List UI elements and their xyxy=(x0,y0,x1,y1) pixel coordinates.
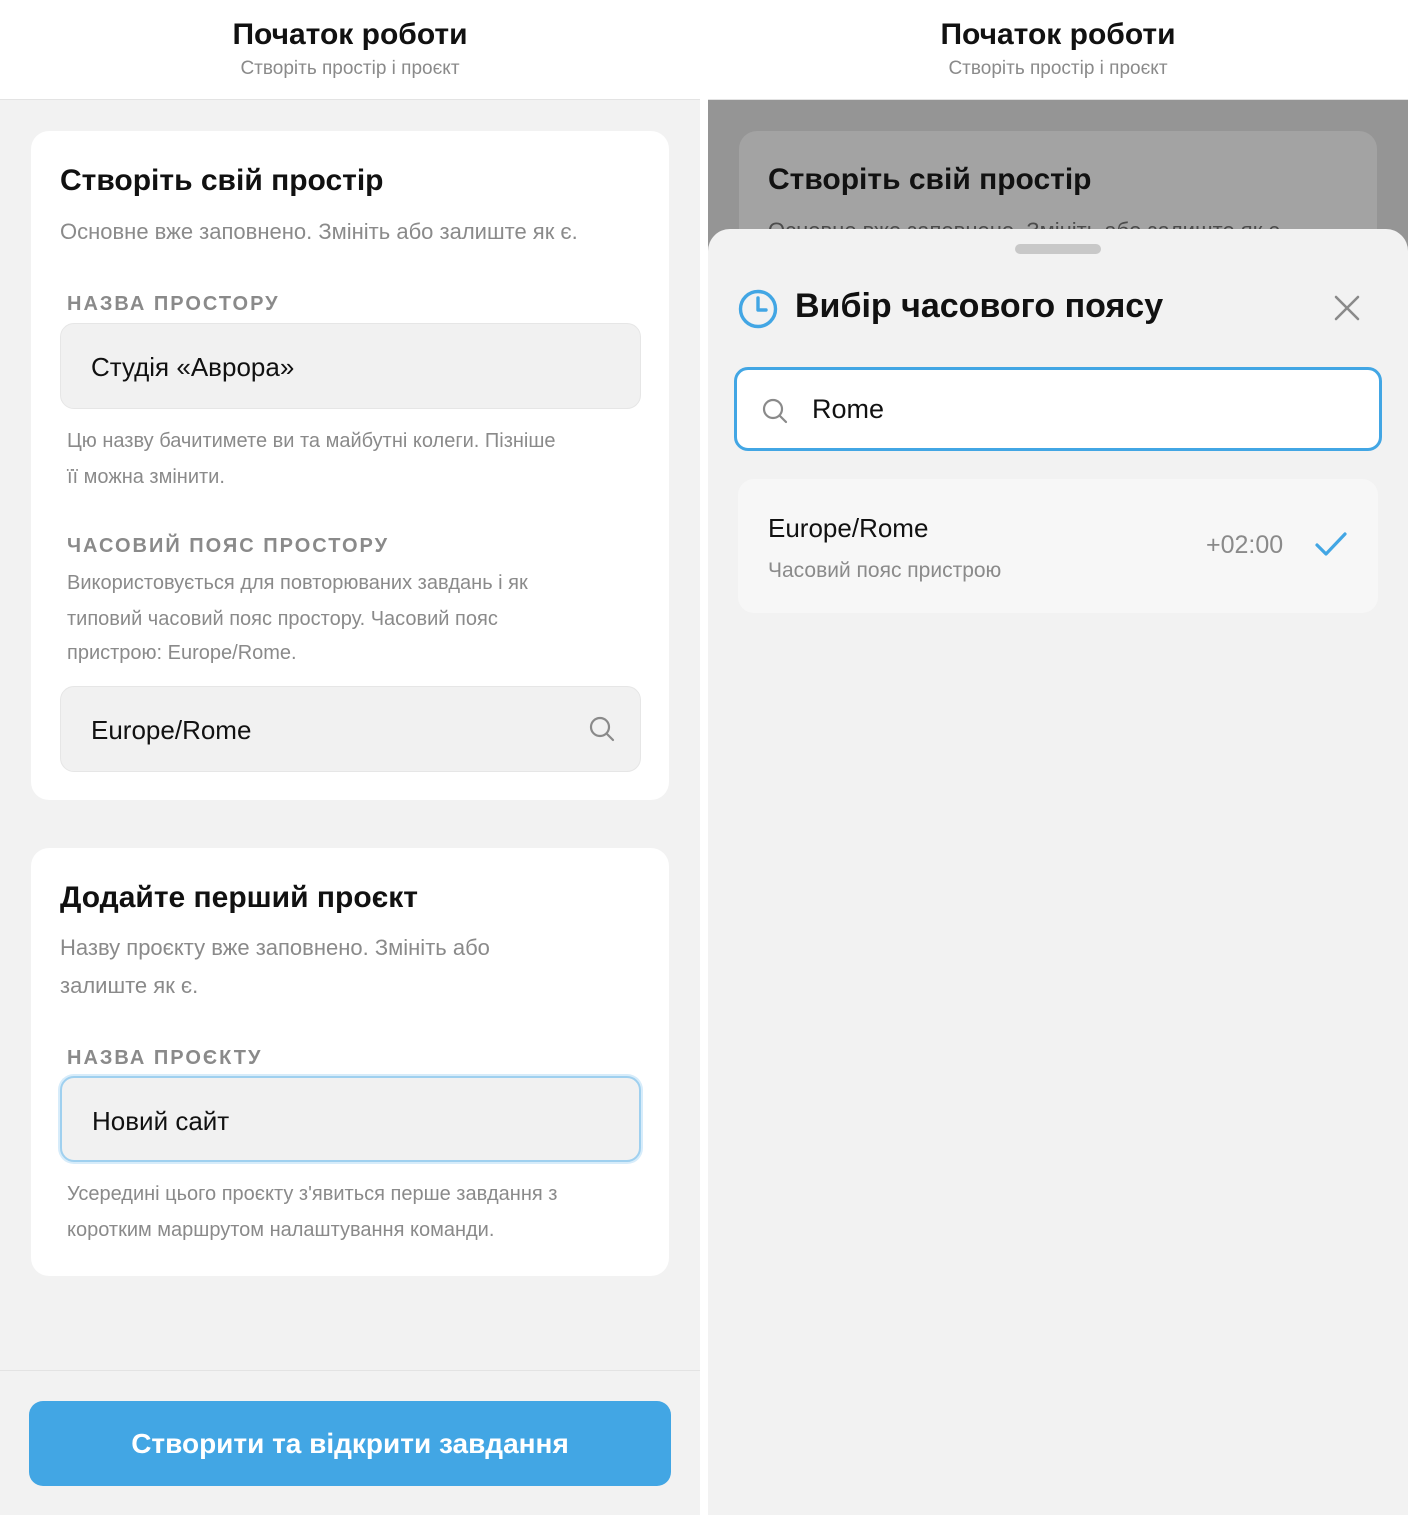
project-name-value: Новий сайт xyxy=(92,1106,230,1136)
workspace-timezone-hint-line-3: пристрою: Europe/Rome. xyxy=(67,642,297,664)
timezone-option[interactable]: Europe/Rome Часовий пояс пристрою +02:00 xyxy=(738,479,1378,613)
workspace-name-value: Студія «Аврора» xyxy=(91,352,295,382)
top-bar: Початок роботи Створіть простір і проєкт xyxy=(0,0,700,100)
create-and-open-task-button[interactable]: Створити та відкрити завдання xyxy=(29,1401,671,1486)
search-icon xyxy=(762,398,788,424)
project-card-title: Додайте перший проєкт xyxy=(60,881,418,914)
timezone-bottom-sheet: Вибір часового поясу Rome Europe/Rome Ча… xyxy=(708,229,1408,1515)
timezone-sheet-title: Вибір часового поясу xyxy=(795,287,1164,325)
timezone-search-input[interactable]: Rome xyxy=(812,394,884,425)
top-bar: Початок роботи Створіть простір і проєкт xyxy=(708,0,1408,100)
workspace-timezone-hint-line-1: Використовується для повторюваних завдан… xyxy=(67,572,528,594)
workspace-card-title: Створіть свій простір xyxy=(60,164,384,197)
onboarding-screen: Початок роботи Створіть простір і проєкт… xyxy=(0,0,700,1515)
timezone-option-name: Europe/Rome xyxy=(768,513,929,543)
workspace-timezone-hint-line-2: типовий часовий пояс простору. Часовий п… xyxy=(67,608,498,630)
timezone-picker-screen: Початок роботи Створіть простір і проєкт… xyxy=(708,0,1408,1515)
project-card-subtitle-line-1: Назву проєкту вже заповнено. Змініть або xyxy=(60,935,490,960)
check-icon xyxy=(1315,532,1347,556)
timezone-option-offset: +02:00 xyxy=(1206,531,1284,559)
background-card-title: Створіть свій простір xyxy=(768,163,1092,196)
page-subtitle: Створіть простір і проєкт xyxy=(948,58,1168,79)
project-name-hint-line-1: Усередині цього проєкту з'явиться перше … xyxy=(67,1183,558,1205)
search-icon xyxy=(589,716,615,742)
workspace-name-label: НАЗВА ПРОСТОРУ xyxy=(67,293,280,315)
project-name-input[interactable]: Новий сайт xyxy=(60,1076,641,1162)
workspace-name-hint-line-1: Цю назву бачитимете ви та майбутні колег… xyxy=(67,430,556,452)
timezone-search-field[interactable]: Rome xyxy=(734,367,1382,451)
close-icon[interactable] xyxy=(1330,291,1364,325)
workspace-timezone-field[interactable]: Europe/Rome xyxy=(60,686,641,772)
clock-icon xyxy=(738,289,778,329)
page-title: Початок роботи xyxy=(232,18,468,51)
project-card: Додайте перший проєкт Назву проєкту вже … xyxy=(31,848,669,1276)
project-card-subtitle-line-2: залиште як є. xyxy=(60,973,199,998)
timezone-option-note: Часовий пояс пристрою xyxy=(768,559,1002,582)
page-title: Початок роботи xyxy=(940,18,1176,51)
workspace-name-input[interactable]: Студія «Аврора» xyxy=(60,323,641,409)
project-name-label: НАЗВА ПРОЄКТУ xyxy=(67,1047,263,1069)
workspace-timezone-value: Europe/Rome xyxy=(91,715,252,745)
workspace-card-subtitle: Основне вже заповнено. Змініть або залиш… xyxy=(60,219,578,244)
page-subtitle: Створіть простір і проєкт xyxy=(240,58,460,79)
workspace-timezone-label: ЧАСОВИЙ ПОЯС ПРОСТОРУ xyxy=(67,535,390,557)
workspace-name-hint-line-2: її можна змінити. xyxy=(67,466,225,488)
project-name-hint-line-2: коротким маршрутом налаштування команди. xyxy=(67,1219,495,1241)
sheet-drag-handle[interactable] xyxy=(1015,244,1101,254)
workspace-card: Створіть свій простір Основне вже заповн… xyxy=(31,131,669,800)
